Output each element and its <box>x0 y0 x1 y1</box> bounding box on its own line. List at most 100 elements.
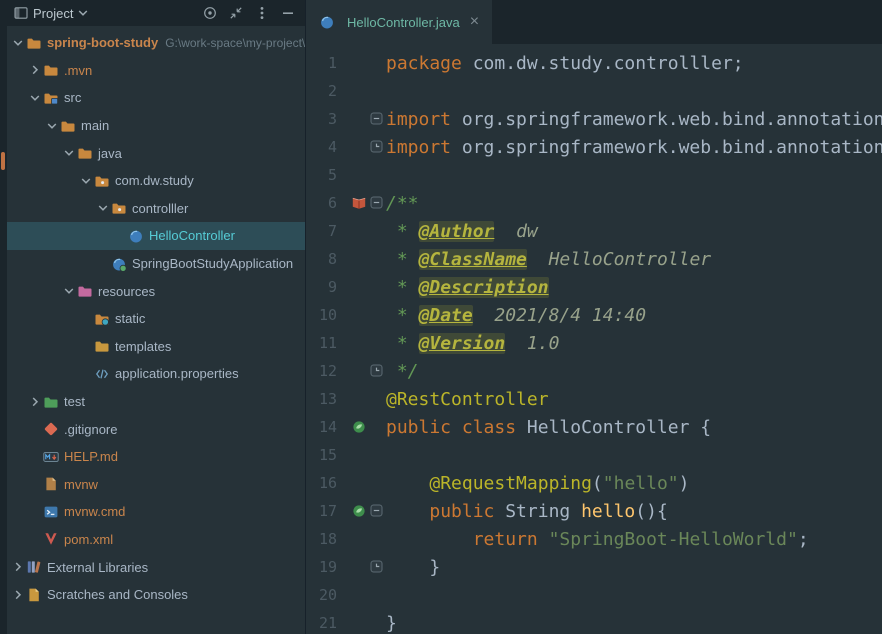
code-line-13[interactable]: 13 @RestController <box>306 385 882 413</box>
code-text[interactable]: /** <box>386 193 882 214</box>
stripe-marker <box>1 152 5 170</box>
hide-panel-icon[interactable] <box>275 2 301 24</box>
tree-item-java[interactable]: java <box>7 139 305 167</box>
code-line-20[interactable]: 20 <box>306 581 882 609</box>
code-line-16[interactable]: 16 @RequestMapping("hello") <box>306 469 882 497</box>
code-text[interactable]: public String hello(){ <box>386 501 882 522</box>
tree-item-src[interactable]: src <box>7 84 305 112</box>
chevron-down-icon[interactable] <box>43 118 60 134</box>
spring-bean-icon[interactable] <box>350 503 368 519</box>
tree-item-com-dw-study[interactable]: com.dw.study <box>7 167 305 195</box>
project-path: G:\work-space\my-project\sp <box>165 35 305 50</box>
code-text[interactable]: import org.springframework.web.bind.anno… <box>386 109 882 130</box>
code-line-7[interactable]: 7 * @Author dw <box>306 217 882 245</box>
tree-item-label: resources <box>98 283 156 299</box>
code-line-17[interactable]: 17 public String hello(){ <box>306 497 882 525</box>
locate-icon[interactable] <box>197 2 223 24</box>
code-line-3[interactable]: 3 import org.springframework.web.bind.ann… <box>306 105 882 133</box>
fold-end-icon[interactable] <box>368 363 386 379</box>
code-text[interactable]: * @Description <box>386 276 882 298</box>
code-text[interactable]: */ <box>386 361 882 382</box>
tree-item-spring-boot-study[interactable]: spring-boot-study G:\work-space\my-projec… <box>7 29 305 57</box>
tree-item-main[interactable]: main <box>7 112 305 140</box>
chevron-right-icon[interactable] <box>26 62 43 78</box>
tree-item-mvnw[interactable]: mvnw <box>7 471 305 499</box>
code-line-21[interactable]: 21} <box>306 609 882 634</box>
code-line-11[interactable]: 11 * @Version 1.0 <box>306 329 882 357</box>
tree-item-templates[interactable]: templates <box>7 333 305 361</box>
tree-item-resources[interactable]: resources <box>7 277 305 305</box>
code-line-2[interactable]: 2 <box>306 77 882 105</box>
code-text[interactable]: @RestController <box>386 389 882 410</box>
tree-item-gitignore[interactable]: .gitignore <box>7 415 305 443</box>
code-line-1[interactable]: 1 package com.dw.study.controlller; <box>306 49 882 77</box>
code-line-6[interactable]: 6 /** <box>306 189 882 217</box>
tree-item-mvn[interactable]: .mvn <box>7 57 305 85</box>
tree-item-static[interactable]: static <box>7 305 305 333</box>
code-text[interactable]: } <box>386 613 882 634</box>
code-text[interactable]: @RequestMapping("hello") <box>386 473 882 494</box>
chevron-down-icon[interactable] <box>60 283 77 299</box>
tree-item-pom-xml[interactable]: pom.xml <box>7 526 305 554</box>
code-line-18[interactable]: 18 return "SpringBoot-HelloWorld"; <box>306 525 882 553</box>
class-icon <box>128 228 144 244</box>
code-line-19[interactable]: 19 } <box>306 553 882 581</box>
code-editor[interactable]: 1 package com.dw.study.controlller; 2 3 impo… <box>306 44 882 634</box>
fold-expanded-icon[interactable] <box>368 195 386 211</box>
chevron-down-icon[interactable] <box>26 90 43 106</box>
panel-header-actions <box>197 2 301 24</box>
tree-item-springbootstudyapplication[interactable]: SpringBootStudyApplication <box>7 250 305 278</box>
code-text[interactable]: * @Version 1.0 <box>386 332 882 354</box>
javadoc-book-icon[interactable] <box>350 195 368 211</box>
editor-tab-hellocontroller-java[interactable]: HelloController.java × <box>306 0 493 44</box>
collapse-all-icon[interactable] <box>223 2 249 24</box>
code-line-15[interactable]: 15 <box>306 441 882 469</box>
tree-item-application-properties[interactable]: application.properties <box>7 360 305 388</box>
tree-item-help-md[interactable]: HELP.md <box>7 443 305 471</box>
close-icon[interactable]: × <box>470 14 479 30</box>
code-text[interactable]: * @Date 2021/8/4 14:40 <box>386 304 882 326</box>
tree-item-test[interactable]: test <box>7 388 305 416</box>
tree-item-external-libraries[interactable]: External Libraries <box>7 553 305 581</box>
spring-bean-icon[interactable] <box>350 419 368 435</box>
code-line-14[interactable]: 14 public class HelloController { <box>306 413 882 441</box>
code-line-4[interactable]: 4 import org.springframework.web.bind.ann… <box>306 133 882 161</box>
code-token: * <box>386 220 419 242</box>
chevron-down-icon[interactable] <box>94 200 111 216</box>
fold-end-icon[interactable] <box>368 559 386 575</box>
fold-expanded-icon[interactable] <box>368 111 386 127</box>
ide-window: Project spring-boot-study G:\work-space\m… <box>0 0 882 634</box>
code-text[interactable]: * @Author dw <box>386 220 882 242</box>
code-text[interactable]: public class HelloController { <box>386 417 882 438</box>
chevron-down-icon[interactable] <box>77 173 94 189</box>
tree-item-hellocontroller[interactable]: HelloController <box>7 222 305 250</box>
chevron-down-icon[interactable] <box>60 145 77 161</box>
code-line-5[interactable]: 5 <box>306 161 882 189</box>
code-token: ) <box>678 472 690 494</box>
code-text[interactable]: * @ClassName HelloController <box>386 248 882 270</box>
fold-end-icon[interactable] <box>368 139 386 155</box>
code-line-10[interactable]: 10 * @Date 2021/8/4 14:40 <box>306 301 882 329</box>
project-view-selector[interactable]: Project <box>31 5 93 21</box>
tree-item-mvnw-cmd[interactable]: mvnw.cmd <box>7 498 305 526</box>
code-text[interactable]: package com.dw.study.controlller; <box>386 53 882 74</box>
chevron-right-icon[interactable] <box>26 394 43 410</box>
more-options-icon[interactable] <box>249 2 275 24</box>
tree-item-scratches-and-consoles[interactable]: Scratches and Consoles <box>7 581 305 609</box>
chevron-right-icon[interactable] <box>9 559 26 575</box>
code-line-12[interactable]: 12 */ <box>306 357 882 385</box>
code-text[interactable]: import org.springframework.web.bind.anno… <box>386 137 882 158</box>
code-text[interactable]: } <box>386 557 882 578</box>
chevron-down-icon[interactable] <box>9 35 26 51</box>
folder-icon <box>43 62 59 78</box>
line-number: 7 <box>327 222 337 240</box>
tree-item-controlller[interactable]: controlller <box>7 195 305 223</box>
code-text[interactable]: return "SpringBoot-HelloWorld"; <box>386 529 882 550</box>
code-line-9[interactable]: 9 * @Description <box>306 273 882 301</box>
code-line-8[interactable]: 8 * @ClassName HelloController <box>306 245 882 273</box>
fold-expanded-icon[interactable] <box>368 503 386 519</box>
chevron-right-icon[interactable] <box>9 587 26 603</box>
